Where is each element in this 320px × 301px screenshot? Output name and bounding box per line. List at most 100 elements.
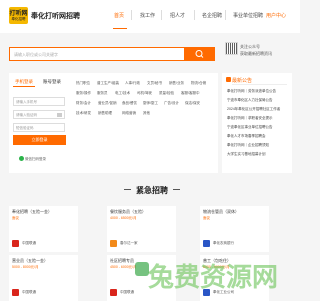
category-link[interactable]: 营业员/促销 [98, 101, 116, 106]
category-link[interactable]: 普工生产/组装 [97, 81, 119, 86]
notice-panel: 最新公告 奉化打听网｜劳务派遣单位公告 宁波市奉化区人力社保局公告 2024年奉… [222, 73, 292, 173]
nav-divider [161, 10, 162, 20]
nav-divider [225, 10, 226, 20]
company-name: 春尔达一家 [120, 241, 138, 245]
category-link[interactable]: 热门职位 [76, 81, 90, 86]
captcha-field[interactable]: 请输入验证码 [13, 110, 65, 119]
category-link[interactable]: 技术/研发 [76, 111, 91, 116]
job-card[interactable]: 餐饮服务员（五险） 4000 - 6500元/月 春尔达一家 [107, 206, 176, 252]
nav-home[interactable]: 首页 [114, 12, 124, 19]
category-link[interactable]: 食品/餐饮 [122, 101, 137, 106]
company-logo-icon [110, 289, 117, 296]
category-link[interactable]: 质量/检验 [159, 91, 174, 96]
company-logo-icon [12, 289, 19, 296]
notice-divider [232, 84, 287, 85]
site-header: 打听网 奉化招聘 奉化打听网招聘 首页 找工作 招人才 名企招聘 事业单位招聘 … [0, 0, 300, 33]
job-salary: 4500 - 6000元/月 [110, 265, 137, 269]
category-link[interactable]: 服务员 [97, 91, 108, 96]
company-logo-icon [12, 240, 19, 247]
category-link[interactable]: 服务/操作 [76, 91, 91, 96]
nav-famous-company[interactable]: 名企招聘 [202, 12, 222, 19]
login-panel: 手机登录 账号登录 请输入手机号 请输入验证码 短信验证码 立即登录 微信扫码登… [9, 73, 73, 173]
wechat-follow-text: 关注公众号 [240, 44, 260, 49]
category-link[interactable]: 销售助理 [98, 111, 112, 116]
category-link[interactable]: 财务/会计 [76, 101, 91, 106]
login-button[interactable]: 立即登录 [13, 135, 66, 145]
company-logo-icon [110, 240, 117, 247]
job-title: 餐饮服务员（五险） [110, 209, 146, 214]
site-name: 奉化打听网招聘 [31, 13, 80, 20]
sms-placeholder: 短信验证码 [16, 126, 34, 130]
company-name: 中国联通 [22, 290, 36, 294]
user-center-link[interactable]: 用户中心 [266, 12, 286, 19]
category-link[interactable]: 文员/秘书 [147, 81, 162, 86]
tab-phone-login[interactable]: 手机登录 [15, 79, 33, 85]
notice-item[interactable]: 奉化打听网｜求职者安全提示 [227, 116, 273, 121]
company-name: 中国联通 [120, 290, 134, 294]
job-card[interactable]: 奉化招聘（五险一金） 面议 中国联通 [9, 206, 78, 252]
watermark-text: 兔费资源网 [148, 262, 279, 292]
category-link[interactable]: 网络营销 [122, 111, 136, 116]
job-card[interactable]: 营业员（五险一金） 5000 - 8000元/月 中国联通 [9, 255, 78, 301]
active-tab-underline [13, 86, 35, 87]
logo-subtext: 奉化招聘 [11, 17, 26, 21]
nav-divider [131, 10, 132, 20]
notice-item[interactable]: 奉化人才市场春季招聘会 [227, 134, 266, 139]
search-icon [195, 50, 204, 58]
wechat-icon [19, 156, 24, 161]
wechat-qr-code [225, 42, 238, 55]
sms-code-field[interactable]: 短信验证码 [13, 123, 65, 132]
wechat-login-link[interactable]: 微信扫码登录 [25, 157, 46, 162]
category-link[interactable]: 人事/行政 [125, 81, 140, 86]
job-salary: 面议 [203, 216, 210, 220]
search-input[interactable]: 请输入职位或公司关键字 [9, 47, 185, 61]
notice-title: 最新公告 [232, 78, 253, 84]
tab-account-login[interactable]: 账号登录 [43, 79, 61, 85]
category-link[interactable]: 广告/设计 [164, 101, 179, 106]
category-link[interactable]: 保洁/保安 [185, 101, 200, 106]
job-categories: 热门职位 普工生产/组装 人事/行政 文员/秘书 销售/业务 物流/仓储 服务/… [73, 73, 218, 173]
notice-item[interactable]: 奉化打听网｜企业招聘须知 [227, 143, 269, 148]
company-logo-icon [203, 240, 210, 247]
notice-item[interactable]: 奉化打听网｜劳务派遣单位公告 [227, 89, 276, 94]
notice-item[interactable]: 2024年奉化区公开招聘社区工作者 [227, 107, 280, 112]
urgent-heading: 紧急招聘 [136, 186, 168, 195]
notice-item[interactable]: 大学生实习基地招募计划 [227, 152, 266, 157]
site-logo[interactable]: 打听网 奉化招聘 [9, 7, 28, 24]
category-link[interactable]: 司机/驾驶 [137, 91, 152, 96]
phone-field[interactable]: 请输入手机号 [13, 97, 65, 106]
job-salary: 面议 [12, 216, 19, 220]
category-link[interactable]: 物流/仓储 [191, 81, 206, 86]
company-name: 奉化农商银行 [213, 241, 234, 245]
wechat-follow-subtext: 获取最新招聘资讯 [240, 51, 272, 56]
nav-public-institution[interactable]: 事业单位招聘 [233, 12, 263, 19]
search-button[interactable] [185, 47, 215, 61]
job-title: 物流仓管员（双休） [203, 209, 239, 214]
logo-text: 打听网 [9, 11, 28, 17]
category-link[interactable]: 客服/客服中 [181, 91, 199, 96]
notice-item[interactable]: 宁波市奉化区人力社保局公告 [227, 98, 273, 103]
category-link[interactable]: 厨师/厨工 [143, 101, 158, 106]
watermark-logo [135, 262, 149, 276]
search-placeholder: 请输入职位或公司关键字 [14, 52, 58, 57]
company-name: 中国联通 [22, 241, 36, 245]
job-title: 营业员（五险一金） [12, 258, 48, 263]
job-title: 奉化招聘（五险一金） [12, 209, 52, 214]
captcha-image[interactable] [57, 113, 62, 117]
nav-find-talent[interactable]: 招人才 [170, 12, 185, 19]
captcha-placeholder: 请输入验证码 [16, 113, 37, 117]
phone-placeholder: 请输入手机号 [16, 100, 37, 104]
nav-active-underline [113, 28, 127, 29]
nav-divider [194, 10, 195, 20]
category-link[interactable]: 销售/业务 [169, 81, 184, 86]
nav-find-job[interactable]: 找工作 [140, 12, 155, 19]
job-title: 社区招聘专员 [110, 258, 134, 263]
notice-item[interactable]: 宁波奉化区事业单位招聘公告 [227, 125, 273, 130]
job-salary: 5000 - 8000元/月 [12, 265, 39, 269]
job-salary: 4000 - 6500元/月 [110, 216, 137, 220]
job-card[interactable]: 物流仓管员（双休） 面议 奉化农商银行 [200, 206, 269, 252]
notice-icon [226, 77, 231, 82]
category-link[interactable]: 其他 [143, 111, 150, 116]
category-link[interactable]: 电工/技术 [115, 91, 130, 96]
heading-dash-right [173, 189, 180, 190]
